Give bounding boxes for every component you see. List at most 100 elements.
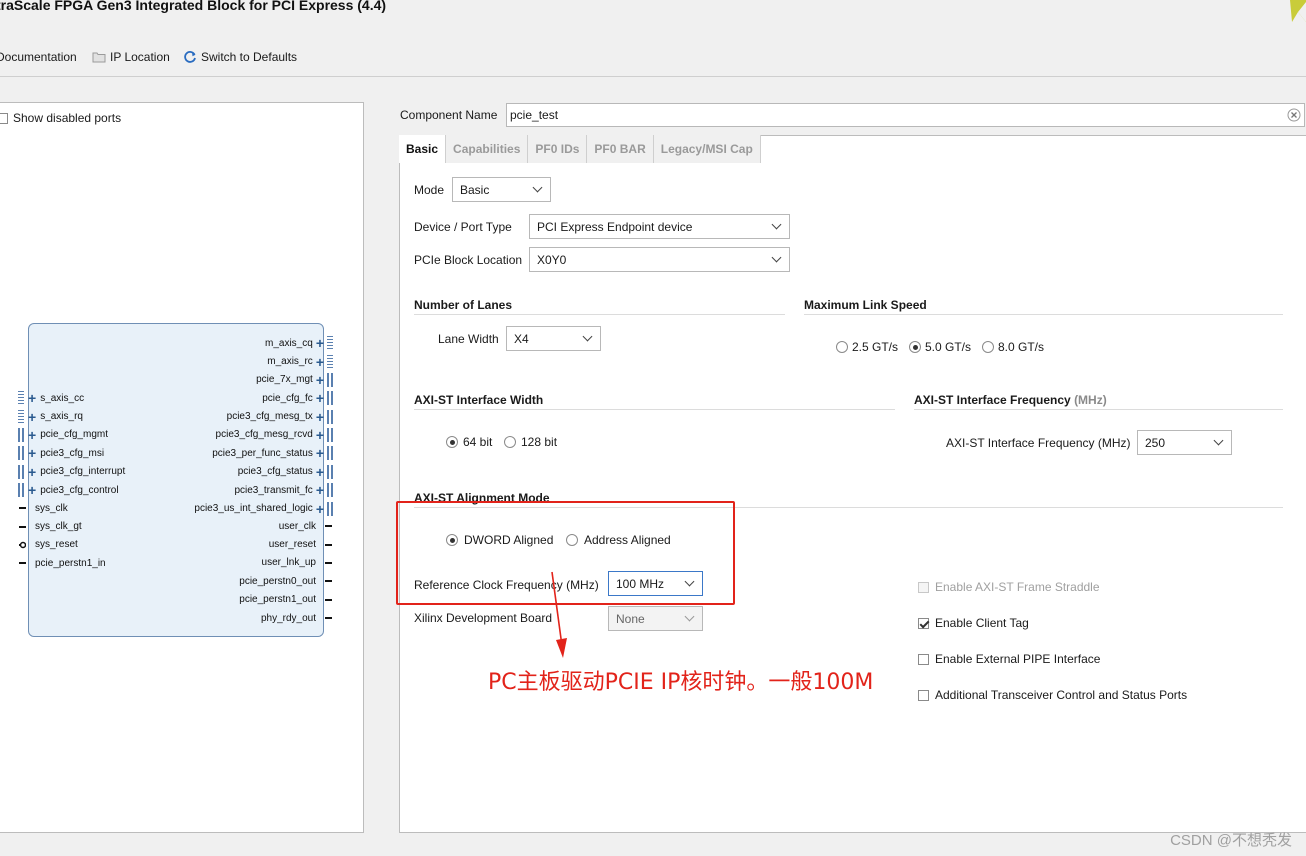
port-pcie3-cfg-status[interactable]: pcie3_cfg_status + — [160, 463, 333, 481]
port-user-reset[interactable]: user_reset — [180, 535, 332, 553]
lane-width-select[interactable]: X4 — [506, 326, 601, 351]
device-port-type-select[interactable]: PCI Express Endpoint device — [529, 214, 790, 239]
tab-basic[interactable]: Basic — [399, 135, 447, 163]
port-pcie3-cfg-msi[interactable]: + pcie3_cfg_msi — [18, 444, 158, 462]
port-pcie-perstn0-out[interactable]: pcie_perstn0_out — [180, 572, 332, 590]
dev-board-select[interactable]: None — [608, 606, 703, 631]
port-m-axis-cq[interactable]: m_axis_cq + — [200, 334, 333, 352]
external-pipe-checkbox[interactable] — [918, 653, 929, 665]
port-sys-clk[interactable]: sys_clk — [19, 499, 159, 517]
port-s-axis-cc[interactable]: + s_axis_cc — [18, 389, 158, 407]
show-disabled-ports-label: Show disabled ports — [13, 111, 122, 125]
block-location-value: X0Y0 — [537, 252, 567, 267]
port-pcie3-us-int-shared-logic[interactable]: pcie3_us_int_shared_logic + — [160, 499, 333, 517]
chevron-down-icon — [771, 252, 782, 263]
port-pcie-cfg-fc[interactable]: pcie_cfg_fc + — [160, 389, 333, 407]
port-pcie-perstn1-in[interactable]: pcie_perstn1_in — [19, 554, 159, 572]
port-m-axis-rc[interactable]: m_axis_rc + — [200, 352, 333, 370]
dev-board-value: None — [616, 611, 645, 626]
speed-option-2-5[interactable]: 2.5 GT/s — [836, 340, 898, 354]
speed-radio[interactable] — [909, 341, 921, 353]
speed-radio[interactable] — [982, 341, 994, 353]
documentation-button[interactable]: Documentation — [0, 50, 77, 64]
port-pcie3-cfg-mesg-rcvd[interactable]: pcie3_cfg_mesg_rcvd + — [160, 426, 333, 444]
axi-freq-value: 250 — [1145, 435, 1166, 450]
port-pcie3-cfg-control[interactable]: + pcie3_cfg_control — [18, 481, 158, 499]
port-pcie3-cfg-mesg-tx[interactable]: pcie3_cfg_mesg_tx + — [160, 407, 333, 425]
bus-icon — [327, 409, 333, 424]
option-external-pipe[interactable]: Enable External PIPE Interface — [918, 652, 1100, 666]
component-name-input[interactable]: pcie_test — [506, 103, 1305, 127]
bus-icon — [18, 409, 24, 424]
width-option-64[interactable]: 64 bit — [446, 435, 492, 449]
mode-select[interactable]: Basic — [452, 177, 551, 202]
axi-freq-section-title: AXI-ST Interface Frequency (MHz) — [914, 393, 1107, 407]
bus-icon — [327, 501, 333, 516]
port-user-lnk-up[interactable]: user_lnk_up — [180, 554, 332, 572]
speed-option-8-0[interactable]: 8.0 GT/s — [982, 340, 1044, 354]
lane-width-value: X4 — [514, 331, 529, 346]
ip-location-button[interactable]: IP Location — [92, 50, 170, 64]
port-sys-clk-gt[interactable]: sys_clk_gt — [19, 517, 159, 535]
toolbar-separator — [0, 76, 1306, 77]
port-sys-reset[interactable]: sys_reset — [19, 536, 159, 554]
lanes-section-title: Number of Lanes — [414, 298, 513, 312]
bus-icon — [327, 336, 333, 351]
bus-icon — [327, 464, 333, 479]
port-pcie3-transmit-fc[interactable]: pcie3_transmit_fc + — [160, 481, 333, 499]
client-tag-checkbox[interactable] — [918, 617, 929, 629]
show-disabled-ports-checkbox[interactable] — [0, 112, 8, 124]
show-disabled-ports-toggle[interactable]: Show disabled ports — [0, 111, 121, 125]
xilinx-logo-icon — [1290, 0, 1306, 22]
ports-right-bus: pcie_cfg_fc + pcie3_cfg_mesg_tx + pcie3_cf… — [160, 389, 333, 518]
device-port-type-value: PCI Express Endpoint device — [537, 219, 693, 234]
mode-value: Basic — [460, 182, 490, 197]
tab-legacy-msi-cap[interactable]: Legacy/MSI Cap — [653, 135, 761, 163]
port-pcie3-cfg-interrupt[interactable]: + pcie3_cfg_interrupt — [18, 463, 158, 481]
option-transceiver-ports[interactable]: Additional Transceiver Control and Statu… — [918, 688, 1187, 702]
port-phy-rdy-out[interactable]: phy_rdy_out — [180, 609, 332, 627]
axi-width-section-title: AXI-ST Interface Width — [414, 393, 544, 407]
tab-capabilities[interactable]: Capabilities — [446, 135, 529, 163]
dev-board-label: Xilinx Development Board — [414, 611, 553, 625]
ip-location-label: IP Location — [110, 50, 170, 64]
frame-straddle-checkbox[interactable] — [918, 581, 929, 593]
chevron-down-icon — [1213, 435, 1224, 446]
window-title: traScale FPGA Gen3 Integrated Block for … — [0, 0, 387, 13]
port-pcie-perstn1-out[interactable]: pcie_perstn1_out — [180, 591, 332, 609]
port-user-clk[interactable]: user_clk — [180, 517, 332, 535]
width-option-128[interactable]: 128 bit — [504, 435, 557, 449]
ports-left-bus: + s_axis_cc + s_axis_rq + pcie_cfg_mgmt + pc… — [18, 389, 158, 499]
watermark: CSDN @不想秃发 — [1170, 832, 1292, 849]
speed-radio[interactable] — [836, 341, 848, 353]
clear-icon[interactable] — [1287, 108, 1301, 122]
transceiver-ports-checkbox[interactable] — [918, 689, 929, 701]
speed-divider — [804, 314, 1283, 315]
port-pcie-cfg-mgmt[interactable]: + pcie_cfg_mgmt — [18, 426, 158, 444]
config-panel — [399, 135, 1306, 833]
axi-freq-select[interactable]: 250 — [1137, 430, 1232, 455]
switch-defaults-button[interactable]: Switch to Defaults — [183, 50, 297, 64]
port-s-axis-rq[interactable]: + s_axis_rq — [18, 407, 158, 425]
block-location-select[interactable]: X0Y0 — [529, 247, 790, 272]
tab-pf0-bar[interactable]: PF0 BAR — [587, 135, 654, 163]
refresh-icon — [184, 51, 196, 63]
axi-width-divider — [414, 409, 895, 410]
width-radio[interactable] — [446, 436, 458, 448]
chevron-down-icon — [532, 182, 543, 193]
port-pcie3-per-func-status[interactable]: pcie3_per_func_status + — [160, 444, 333, 462]
ports-right-top: m_axis_cq + m_axis_rc + pcie_7x_mgt + — [200, 334, 333, 389]
port-pcie-7x-mgt[interactable]: pcie_7x_mgt + — [200, 371, 333, 389]
speed-option-5-0[interactable]: 5.0 GT/s — [909, 340, 971, 354]
block-location-label: PCIe Block Location — [414, 253, 523, 267]
tab-pf0-ids[interactable]: PF0 IDs — [528, 135, 588, 163]
bus-icon — [18, 464, 24, 479]
option-client-tag[interactable]: Enable Client Tag — [918, 616, 1029, 630]
option-frame-straddle[interactable]: Enable AXI-ST Frame Straddle — [918, 580, 1100, 594]
chevron-down-icon — [582, 331, 593, 342]
bus-icon — [18, 446, 24, 461]
device-port-type-label: Device / Port Type — [414, 220, 512, 234]
bus-icon — [327, 427, 333, 442]
chevron-down-icon — [771, 219, 782, 230]
width-radio[interactable] — [504, 436, 516, 448]
